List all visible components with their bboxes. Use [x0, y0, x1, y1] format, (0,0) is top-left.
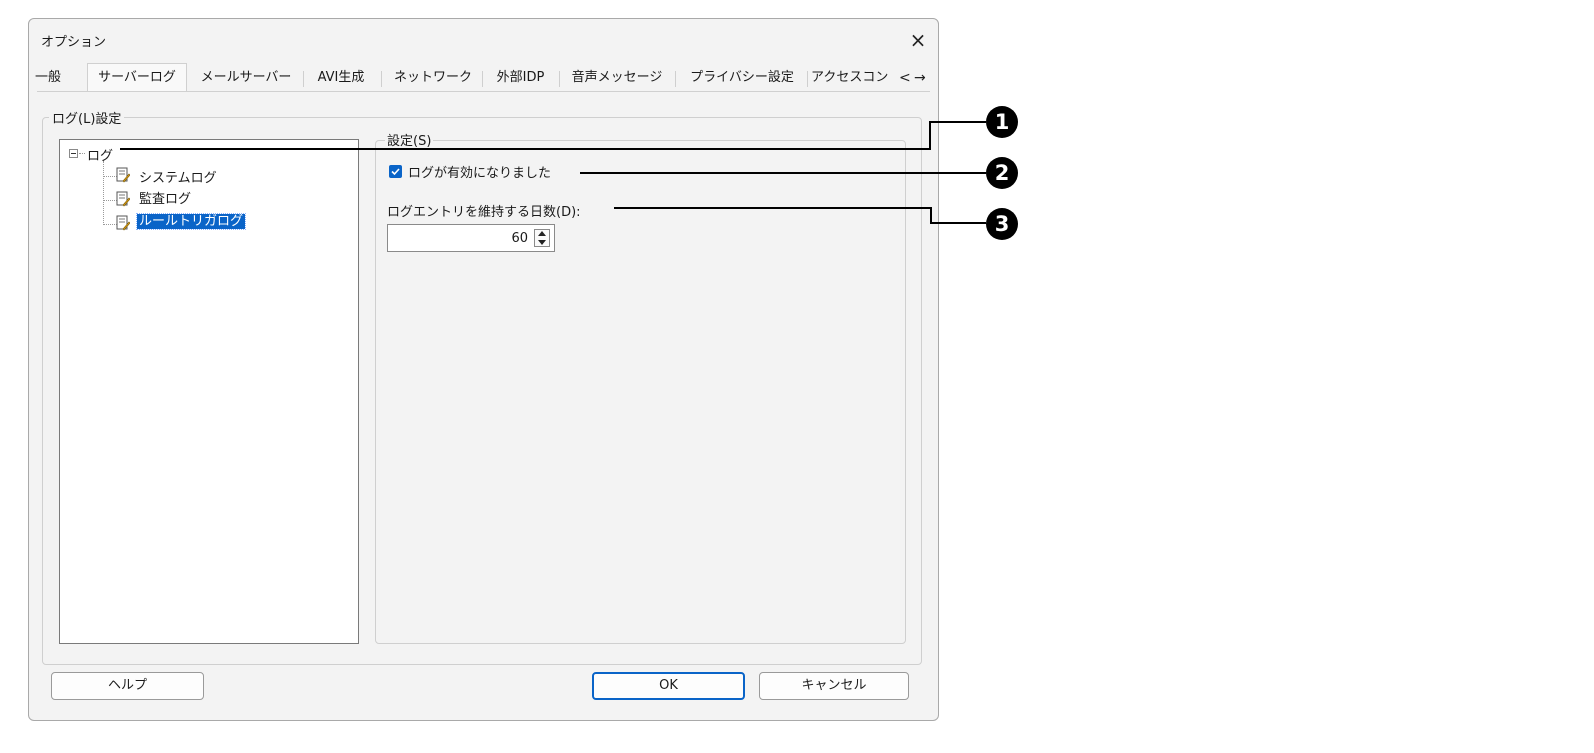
- tab-scroll-right-button[interactable]: →: [914, 66, 926, 90]
- tab-network[interactable]: ネットワーク: [384, 66, 482, 90]
- title-bar[interactable]: オプション ×: [29, 19, 938, 63]
- settings-group-label: 設定(S): [385, 130, 434, 149]
- cancel-button[interactable]: キャンセル: [759, 672, 909, 700]
- tab-strip: 一般 サーバーログ メールサーバー AVI生成 ネットワーク 外部IDP 音声メ…: [29, 63, 938, 91]
- callout-line: [930, 222, 986, 224]
- spin-down-button[interactable]: [535, 238, 549, 246]
- checkmark-icon: [391, 168, 400, 176]
- tab-privacy[interactable]: プライバシー設定: [677, 66, 807, 90]
- tab-divider: [559, 71, 560, 87]
- tree-node-log[interactable]: ログ: [87, 145, 113, 164]
- callout-3-badge: 3: [986, 208, 1018, 240]
- tab-divider: [807, 71, 808, 87]
- tree-node-rule-trigger-log[interactable]: ルールトリガログ: [135, 210, 247, 230]
- tree-connector: [103, 224, 117, 225]
- log-document-icon: [116, 167, 130, 183]
- tab-divider: [675, 71, 676, 87]
- retention-days-label: ログエントリを維持する日数(D):: [387, 205, 581, 220]
- retention-days-spinbox[interactable]: 60: [387, 224, 555, 252]
- close-icon: ×: [909, 28, 927, 52]
- tab-divider: [303, 71, 304, 87]
- close-button[interactable]: ×: [904, 28, 932, 54]
- retention-days-value[interactable]: 60: [408, 231, 528, 246]
- collapse-toggle[interactable]: [69, 149, 78, 158]
- tree-connector: [103, 161, 104, 225]
- tab-avi[interactable]: AVI生成: [305, 66, 377, 90]
- callout-2-badge: 2: [986, 157, 1018, 189]
- tree-node-audit-log[interactable]: 監査ログ: [139, 188, 191, 207]
- tab-mail-server[interactable]: メールサーバー: [191, 66, 301, 90]
- chevron-left-icon: <: [899, 70, 911, 86]
- tree-node-system-log[interactable]: システムログ: [139, 167, 217, 186]
- tab-general[interactable]: 一般: [33, 66, 63, 90]
- callout-1-badge: 1: [986, 106, 1018, 138]
- options-dialog: オプション × 一般 サーバーログ メールサーバー AVI生成 ネットワーク 外…: [28, 18, 939, 721]
- tree-connector: [103, 200, 117, 201]
- tab-voice-message[interactable]: 音声メッセージ: [561, 66, 673, 90]
- callout-line: [580, 172, 986, 174]
- tree-connector: [79, 153, 85, 154]
- callout-line: [929, 121, 931, 150]
- tab-divider: [482, 71, 483, 87]
- help-button[interactable]: ヘルプ: [51, 672, 204, 700]
- callout-line: [929, 121, 986, 123]
- arrow-right-icon: →: [914, 70, 926, 86]
- tab-divider: [381, 71, 382, 87]
- spin-buttons: [534, 229, 550, 247]
- log-enabled-label[interactable]: ログが有効になりました: [408, 162, 551, 181]
- spin-up-button[interactable]: [535, 230, 549, 238]
- log-document-icon: [116, 191, 130, 207]
- log-enabled-checkbox[interactable]: [389, 165, 402, 178]
- log-tree[interactable]: ログ システムログ 監査ログ ルールトリガログ: [59, 139, 359, 644]
- tab-access-control[interactable]: アクセスコン: [811, 66, 899, 90]
- tab-external-idp[interactable]: 外部IDP: [484, 66, 557, 90]
- log-settings-group-label: ログ(L)設定: [49, 108, 125, 127]
- tree-connector: [103, 176, 117, 177]
- callout-line: [120, 148, 930, 150]
- callout-line: [614, 207, 932, 209]
- log-document-icon: [116, 215, 130, 231]
- ok-button[interactable]: OK: [592, 672, 745, 700]
- tab-scroll-left-button[interactable]: <: [899, 66, 911, 90]
- dialog-title: オプション: [41, 35, 107, 50]
- tab-server-log[interactable]: サーバーログ: [87, 63, 187, 91]
